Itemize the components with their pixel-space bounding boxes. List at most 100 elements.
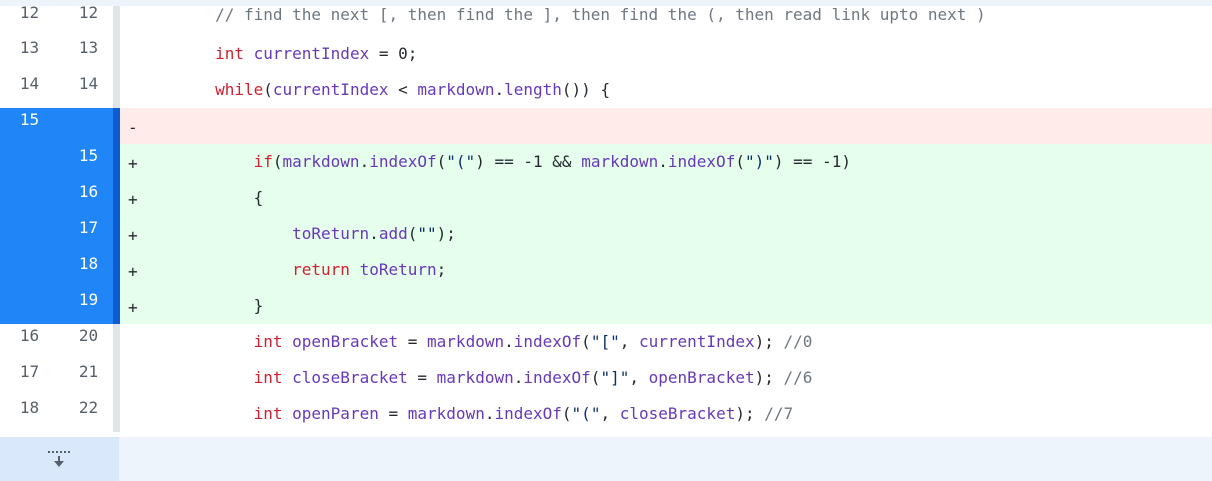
code-identifier: currentIndex [639, 332, 755, 351]
diff-line-added: 18 + return toReturn; [0, 252, 1212, 288]
expand-down-icon [48, 451, 70, 467]
code-punctuation: -1) [822, 152, 851, 171]
code-line: toReturn.add(""); [138, 216, 1212, 252]
code-punctuation: . [359, 152, 370, 171]
code-punctuation: == [793, 152, 813, 171]
code-punctuation: -1 [523, 152, 543, 171]
gutter-divider [113, 216, 120, 252]
code-comment: //0 [783, 332, 813, 351]
code-punctuation: ) [773, 152, 784, 171]
code-identifier: indexOf [513, 332, 582, 351]
code-identifier: closeBracket [292, 368, 408, 387]
code-identifier: indexOf [667, 152, 736, 171]
new-line-number[interactable]: 16 [59, 180, 118, 216]
code-line: if(markdown.indexOf("(") == -1 && markdo… [138, 144, 1212, 180]
code-punctuation: ( [436, 152, 447, 171]
code-punctuation: ( [272, 152, 283, 171]
old-line-number[interactable]: 16 [0, 324, 59, 360]
new-line-number[interactable]: 17 [59, 216, 118, 252]
code-identifier: indexOf [369, 152, 437, 171]
new-line-number[interactable]: 15 [59, 144, 118, 180]
code-identifier: markdown [282, 152, 360, 171]
code-keyword: while [215, 80, 264, 99]
code-punctuation: . [658, 152, 668, 171]
old-line-number[interactable] [0, 252, 59, 288]
old-line-number[interactable]: 18 [0, 396, 59, 432]
diff-line-added: 15 + if(markdown.indexOf("(") == -1 && m… [0, 144, 1212, 180]
new-line-number[interactable]: 19 [59, 288, 118, 324]
gutter-divider [113, 252, 120, 288]
new-line-number[interactable]: 12 [59, 3, 118, 36]
code-comment: //6 [783, 368, 813, 387]
expand-lines-button[interactable] [0, 437, 119, 481]
code-punctuation: ); [436, 224, 456, 243]
code-punctuation: . [504, 332, 514, 351]
code-string: "(" [571, 404, 601, 423]
code-identifier: markdown [407, 404, 485, 423]
diff-line-added: 17 + toReturn.add(""); [0, 216, 1212, 252]
code-identifier: toReturn [359, 260, 437, 279]
gutter-divider [113, 6, 120, 36]
code-keyword: int [215, 44, 244, 63]
new-line-number[interactable]: 18 [59, 252, 118, 288]
code-identifier: openParen [292, 404, 379, 423]
diff-line: 13 13 int currentIndex = 0; [0, 36, 1212, 72]
old-line-number[interactable]: 13 [0, 36, 59, 72]
code-punctuation: < [398, 80, 408, 99]
old-line-number[interactable]: 14 [0, 72, 59, 108]
old-line-number[interactable] [0, 288, 59, 324]
code-line: int closeBracket = markdown.indexOf("]",… [138, 360, 1212, 396]
new-line-number[interactable]: 20 [59, 324, 118, 360]
code-punctuation: . [513, 368, 524, 387]
code-identifier: currentIndex [253, 44, 370, 63]
code-punctuation: { [253, 188, 264, 207]
code-punctuation: . [494, 80, 505, 99]
code-punctuation: , [600, 404, 611, 423]
old-line-number[interactable]: 15 [0, 108, 59, 144]
new-line-number[interactable] [59, 108, 118, 144]
new-line-number[interactable]: 13 [59, 36, 118, 72]
new-line-number[interactable]: 14 [59, 72, 118, 108]
old-line-number[interactable] [0, 180, 59, 216]
old-line-number[interactable]: 12 [0, 3, 59, 36]
code-punctuation: = [407, 332, 418, 351]
code-identifier: markdown [581, 152, 659, 171]
old-line-number[interactable]: 17 [0, 360, 59, 396]
old-line-number[interactable] [0, 144, 59, 180]
code-identifier: indexOf [494, 404, 562, 423]
code-punctuation: ( [263, 80, 273, 99]
diff-line-deleted: 15 - [0, 108, 1212, 144]
code-punctuation: ( [407, 224, 418, 243]
diff-line: 18 22 int openParen = markdown.indexOf("… [0, 396, 1212, 432]
code-string: "]" [600, 368, 630, 387]
new-line-number[interactable]: 21 [59, 360, 118, 396]
diff-line: 14 14 while(currentIndex < markdown.leng… [0, 72, 1212, 108]
gutter-divider [113, 72, 120, 108]
code-line: } [138, 288, 1212, 324]
code-punctuation: ) [475, 152, 485, 171]
new-line-number[interactable]: 22 [59, 396, 118, 432]
code-punctuation: { [600, 80, 611, 99]
code-line: int openParen = markdown.indexOf("(", cl… [138, 396, 1212, 432]
code-identifier: toReturn [292, 224, 370, 243]
code-punctuation: } [253, 296, 264, 315]
gutter-divider [113, 144, 120, 180]
code-punctuation: ()) [561, 80, 591, 99]
old-line-number[interactable] [0, 216, 59, 252]
